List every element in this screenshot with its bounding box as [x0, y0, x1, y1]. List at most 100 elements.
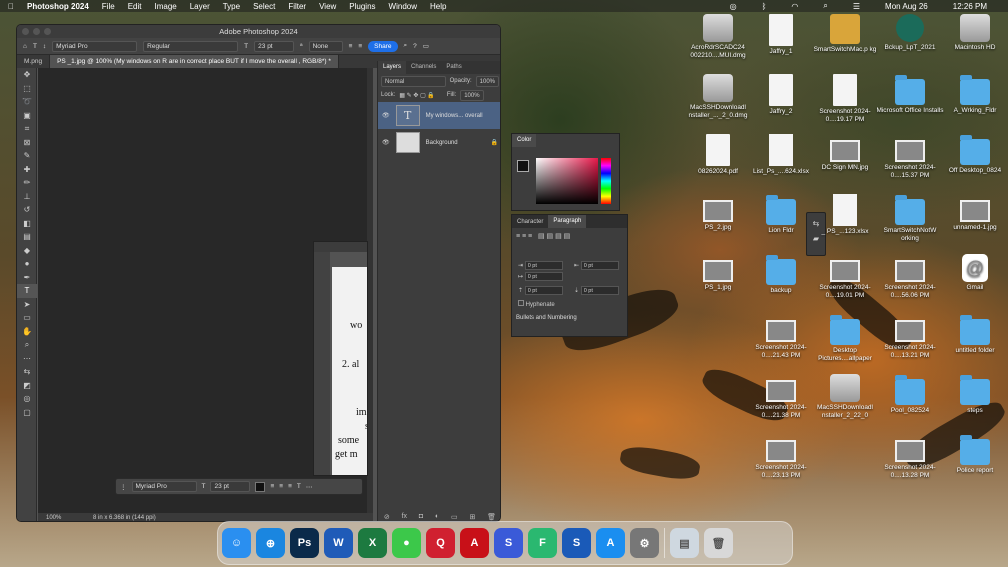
- desktop-icon-folder[interactable]: Lion Fldr: [746, 194, 816, 235]
- swap-colors-icon[interactable]: ⇆: [17, 365, 37, 379]
- alignment-buttons[interactable]: ≡ ≡ ≡ ▤ ▤ ▤ ▤: [512, 228, 627, 244]
- bluetooth-icon[interactable]: ᛒ: [762, 2, 767, 11]
- desktop-icon-folder[interactable]: Police report: [940, 434, 1008, 475]
- adjustment-icon[interactable]: ◐: [435, 513, 439, 521]
- font-style-select[interactable]: Regular: [143, 40, 239, 52]
- tab-color[interactable]: Color: [512, 134, 537, 147]
- minimize-window-button[interactable]: [33, 28, 40, 35]
- dock-excel-icon[interactable]: X: [358, 528, 387, 558]
- gradient-tool-icon[interactable]: ▤: [17, 230, 37, 244]
- apple-icon[interactable]: : [8, 2, 14, 11]
- dock-messages-icon[interactable]: ●: [392, 528, 421, 558]
- tab-layers[interactable]: Layers: [378, 61, 407, 74]
- blur-tool-icon[interactable]: ◆: [17, 244, 37, 258]
- healing-tool-icon[interactable]: ✚: [17, 163, 37, 177]
- menu-file[interactable]: File: [102, 2, 115, 11]
- dock-downloads-icon[interactable]: ▤: [670, 528, 699, 558]
- wifi-icon[interactable]: ◠: [791, 2, 798, 11]
- desktop-icon-img[interactable]: Screenshot 2024-0....15.37 PM: [875, 134, 945, 180]
- desktop-icon-img[interactable]: DC Sign MN.jpg: [810, 134, 880, 172]
- zoom-tool-icon[interactable]: ⌕: [17, 338, 37, 352]
- menu-app-name[interactable]: Photoshop 2024: [27, 2, 89, 11]
- desktop-icon-img[interactable]: Screenshot 2024-0....21.38 PM: [746, 374, 816, 420]
- eye-icon[interactable]: 👁: [382, 112, 390, 119]
- desktop-icon-img[interactable]: Screenshot 2024-0....23.13 PM: [746, 434, 816, 480]
- brush-tool-icon[interactable]: ✏: [17, 176, 37, 190]
- indent-right-input[interactable]: 0 pt: [580, 261, 619, 270]
- dock-app-s-icon[interactable]: S: [494, 528, 523, 558]
- hyphenate-checkbox[interactable]: [518, 300, 524, 306]
- desktop-icon-folder[interactable]: SmartSwitchNotW orking: [875, 194, 945, 243]
- font-size-select[interactable]: 23 pt: [254, 40, 295, 52]
- ctx-font-select[interactable]: Myriad Pro: [131, 481, 197, 492]
- crop-tool-icon[interactable]: ⌗: [17, 122, 37, 136]
- align-left-icon[interactable]: ≡: [270, 483, 274, 490]
- group-icon[interactable]: ▭: [451, 513, 458, 521]
- more-options-icon[interactable]: ⋯: [306, 483, 313, 491]
- shape-tool-icon[interactable]: ▭: [17, 311, 37, 325]
- desktop-icon-disk[interactable]: AcroRdrSCADC24 002210....MUI.dmg: [683, 14, 753, 60]
- dock-smartswitch-icon[interactable]: S: [562, 528, 591, 558]
- desktop-icon-tm[interactable]: Bckup_LpT_2021: [875, 14, 945, 52]
- screen-mode-icon[interactable]: ▢: [17, 406, 37, 420]
- desktop-icon-disk[interactable]: MacSSHDownloadl nstaller_2_22_0: [810, 374, 880, 420]
- close-window-button[interactable]: [22, 28, 29, 35]
- zoom-window-button[interactable]: [44, 28, 51, 35]
- history-brush-icon[interactable]: ↺: [17, 203, 37, 217]
- lock-icons[interactable]: ▦ ✎ ✥ ▢ 🔒: [399, 92, 435, 99]
- marquee-tool-icon[interactable]: ⬚: [17, 82, 37, 96]
- fill-input[interactable]: 100%: [460, 89, 484, 101]
- desktop-icon-folder[interactable]: steps: [940, 374, 1008, 415]
- menubar-date[interactable]: Mon Aug 26: [885, 2, 928, 11]
- zoom-level[interactable]: 100%: [46, 515, 61, 521]
- desktop-icon-folder[interactable]: untitled folder: [940, 314, 1008, 355]
- eye-icon[interactable]: 👁: [382, 139, 390, 146]
- color-swatch-icon[interactable]: ◩: [17, 379, 37, 393]
- orientation-icon[interactable]: ↕: [43, 43, 46, 50]
- desktop-icon-folder[interactable]: backup: [746, 254, 816, 295]
- quick-mask-icon[interactable]: ◎: [17, 392, 37, 406]
- space-after-input[interactable]: 0 pt: [580, 286, 619, 295]
- desktop-icon-img[interactable]: Screenshot 2024-0....13.28 PM: [875, 434, 945, 480]
- eraser-tool-icon[interactable]: ◧: [17, 217, 37, 231]
- home-icon[interactable]: ⌂: [23, 43, 27, 50]
- layer-name[interactable]: My windows... overall: [426, 113, 483, 119]
- window-titlebar[interactable]: Adobe Photoshop 2024: [17, 25, 500, 38]
- tab-channels[interactable]: Channels: [406, 61, 441, 74]
- align-left-icon[interactable]: ≡: [349, 43, 353, 50]
- color-field[interactable]: [536, 158, 598, 204]
- dock-trash-icon[interactable]: 🗑: [704, 528, 733, 558]
- move-tool-icon[interactable]: ✥: [17, 68, 37, 82]
- share-button[interactable]: Share: [368, 40, 398, 52]
- more-tools-icon[interactable]: ⋯: [17, 352, 37, 366]
- link-icon[interactable]: ⊘: [384, 513, 390, 521]
- dock-photoshop-icon[interactable]: Ps: [290, 528, 319, 558]
- search-icon[interactable]: ⌕: [404, 42, 408, 50]
- layer-row-text[interactable]: 👁 T My windows... overall: [378, 102, 500, 129]
- desktop-icon-img[interactable]: Screenshot 2024-0....56.06 PM: [875, 254, 945, 300]
- dock-app-store-icon[interactable]: A: [596, 528, 625, 558]
- drag-handle-icon[interactable]: ⋮: [120, 483, 127, 491]
- help-icon[interactable]: ?: [413, 43, 417, 50]
- font-family-select[interactable]: Myriad Pro: [52, 40, 138, 52]
- pen-tool-icon[interactable]: ✒: [17, 271, 37, 285]
- desktop-icon-pkg[interactable]: SmartSwitchMac.p kg: [810, 14, 880, 54]
- desktop-icon-folder[interactable]: Off Desktop_0824: [940, 134, 1008, 175]
- warp-text-icon[interactable]: T: [297, 483, 301, 490]
- desktop-icon-folder[interactable]: Desktop Pictures....allpaper: [810, 314, 880, 363]
- menu-filter[interactable]: Filter: [288, 2, 306, 11]
- dock-finder-icon[interactable]: ☺: [222, 528, 251, 558]
- menu-help[interactable]: Help: [430, 2, 446, 11]
- object-select-tool-icon[interactable]: ▣: [17, 109, 37, 123]
- space-before-input[interactable]: 0 pt: [524, 286, 563, 295]
- eyedropper-tool-icon[interactable]: ✎: [17, 149, 37, 163]
- desktop-icon-xlsx[interactable]: List_Ps_....624.xlsx: [746, 134, 816, 176]
- dock-safari-icon[interactable]: ⊕: [256, 528, 285, 558]
- menu-select[interactable]: Select: [253, 2, 275, 11]
- type-tool-icon[interactable]: T: [17, 284, 37, 298]
- desktop-icon-folder[interactable]: Pool_082524: [875, 374, 945, 415]
- type-tool-icon[interactable]: T: [33, 43, 37, 50]
- layer-row-background[interactable]: 👁 Background 🔒: [378, 129, 500, 156]
- floating-document-window[interactable]: wo 2. al im s some get m: [313, 241, 368, 476]
- frame-tool-icon[interactable]: ⊠: [17, 136, 37, 150]
